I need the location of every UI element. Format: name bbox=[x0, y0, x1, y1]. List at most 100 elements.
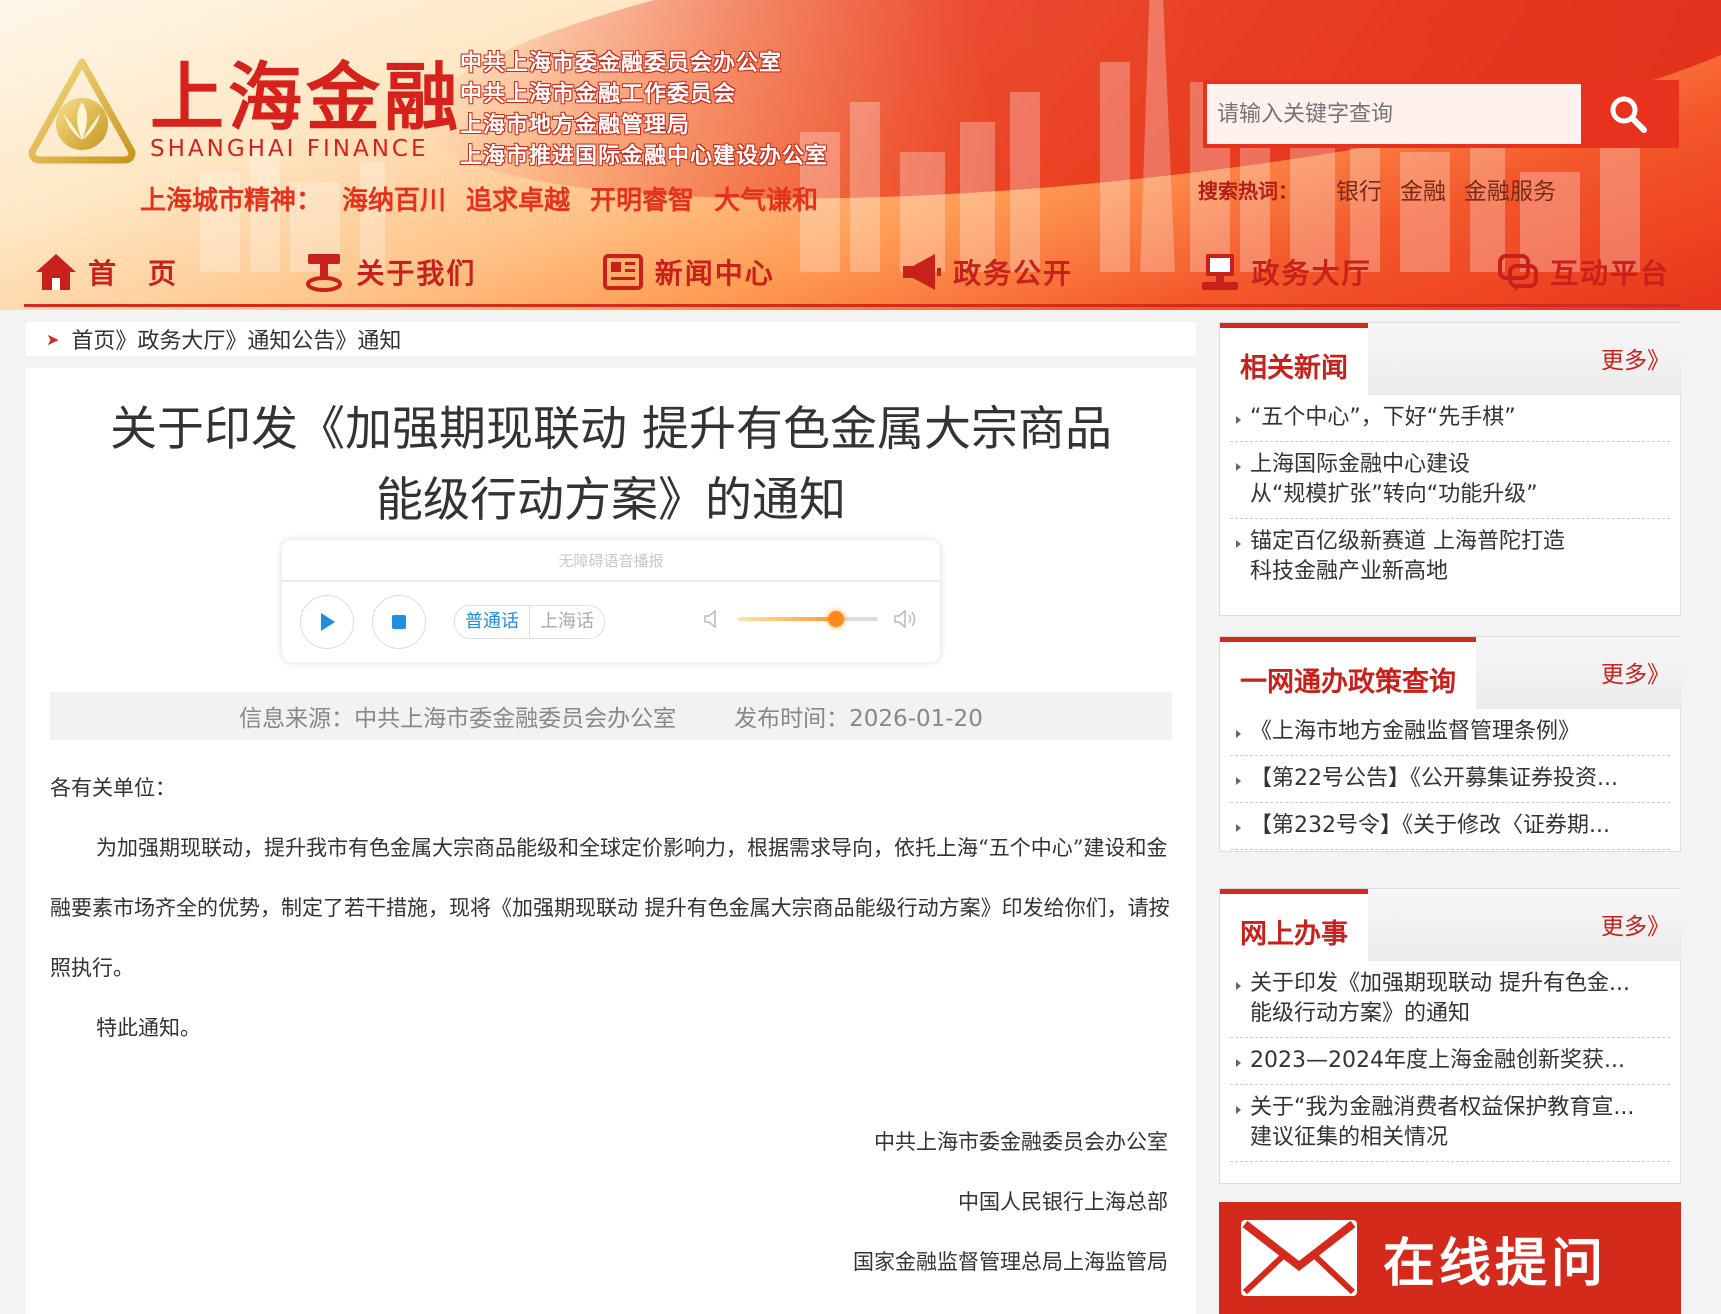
title-line: 关于印发《加强期现联动 提升有色金属大宗商品 bbox=[110, 402, 1112, 457]
online-ask-banner[interactable]: 在线提问 bbox=[1219, 1202, 1681, 1314]
stop-icon bbox=[392, 615, 406, 629]
related-news-box: 相关新闻 更多》 “五个中心”，下好“先手棋” 上海国际金融中心建设 从“规模扩张… bbox=[1219, 322, 1682, 616]
article-meta: 信息来源：中共上海市委金融委员会办公室 发布时间：2026-01-20 bbox=[50, 692, 1172, 740]
lang-mandarin-option[interactable]: 普通话 bbox=[455, 606, 529, 638]
stop-button[interactable] bbox=[372, 595, 426, 649]
search-bar bbox=[1203, 80, 1679, 148]
nav-label: 新闻中心 bbox=[654, 257, 775, 290]
item-line: “五个中心”，下好“先手棋” bbox=[1250, 405, 1516, 430]
search-button[interactable] bbox=[1581, 84, 1675, 144]
ask-label: 在线提问 bbox=[1383, 1232, 1608, 1294]
main-nav: 首 页 关于我们 新闻中心 政务公开 政务大厅 互动平台 bbox=[24, 238, 1680, 306]
breadcrumb: ➤ 首页》政务大厅》通知公告》通知 bbox=[26, 322, 1196, 356]
chat-icon bbox=[1497, 254, 1538, 292]
more-link[interactable]: 更多》 bbox=[1601, 907, 1670, 941]
play-button[interactable] bbox=[300, 595, 354, 649]
item-line: 关于印发《加强期现联动 提升有色金... bbox=[1250, 971, 1630, 996]
volume-slider-knob[interactable] bbox=[828, 611, 844, 627]
logo-chinese-name: 上海金融 bbox=[150, 55, 462, 141]
signer: 国家金融监督管理总局上海监管局 bbox=[853, 1250, 1168, 1274]
list-item[interactable]: “五个中心”，下好“先手棋” bbox=[1230, 395, 1670, 442]
policy-query-box: 一网通办政策查询 更多》 《上海市地方金融监督管理条例》 【第22号公告】《公开… bbox=[1219, 636, 1682, 852]
lang-shanghainese-option[interactable]: 上海话 bbox=[529, 606, 604, 638]
hot-word-link[interactable]: 银行 bbox=[1336, 172, 1382, 206]
online-service-box: 网上办事 更多》 关于印发《加强期现联动 提升有色金... 能级行动方案》的通知 … bbox=[1219, 888, 1682, 1184]
list-item[interactable]: 关于“我为金融消费者权益保护教育宣... 建议征集的相关情况 bbox=[1230, 1085, 1670, 1162]
more-link[interactable]: 更多》 bbox=[1601, 655, 1670, 689]
item-line: 上海国际金融中心建设 bbox=[1250, 452, 1471, 477]
site-logo[interactable]: 上海金融 SHANGHAI FINANCE bbox=[28, 58, 462, 164]
nav-label: 政务公开 bbox=[953, 257, 1074, 290]
city-spirit-slogan: 上海城市精神： 海纳百川 追求卓越 开明睿智 大气谦和 bbox=[140, 180, 818, 217]
nav-label: 首 页 bbox=[88, 257, 179, 290]
news-icon bbox=[602, 254, 643, 290]
item-line: 锚定百亿级新赛道 上海普陀打造 bbox=[1250, 529, 1565, 554]
article-title: 关于印发《加强期现联动 提升有色金属大宗商品 能级行动方案》的通知 bbox=[26, 394, 1196, 536]
player-controls: 普通话 上海话 bbox=[300, 595, 605, 649]
item-line: 科技金融产业新高地 bbox=[1250, 559, 1449, 584]
envelope-icon bbox=[1241, 1220, 1357, 1296]
nav-item-home[interactable]: 首 页 bbox=[24, 250, 188, 294]
nav-item-interaction[interactable]: 互动平台 bbox=[1486, 250, 1680, 294]
list-item[interactable]: 【第22号公告】《公开募集证券投资... bbox=[1230, 756, 1670, 803]
article-source: 信息来源：中共上海市委金融委员会办公室 bbox=[239, 706, 677, 732]
home-icon bbox=[36, 254, 76, 290]
item-line: 建议征集的相关情况 bbox=[1250, 1125, 1449, 1150]
item-line: 【第232号令】《关于修改〈证券期... bbox=[1250, 813, 1610, 838]
megaphone-icon bbox=[903, 254, 942, 290]
signers: 中共上海市委金融委员会办公室 中国人民银行上海总部 国家金融监督管理总局上海监管… bbox=[853, 1112, 1168, 1292]
site-header: 上海金融 SHANGHAI FINANCE 中共上海市委金融委员会办公室 中共上… bbox=[0, 0, 1721, 310]
slogan-part: 海纳百川 bbox=[342, 186, 447, 216]
language-switch: 普通话 上海话 bbox=[454, 605, 605, 639]
volume-slider-fill bbox=[738, 617, 836, 621]
volume-low-icon[interactable] bbox=[702, 608, 724, 630]
volume-slider[interactable] bbox=[738, 611, 878, 627]
list-item[interactable]: 《上海市地方金融监督管理条例》 bbox=[1230, 709, 1670, 756]
signer: 中国人民银行上海总部 bbox=[958, 1190, 1168, 1214]
more-link[interactable]: 更多》 bbox=[1601, 341, 1670, 375]
org-name: 上海市推进国际金融中心建设办公室 bbox=[460, 143, 829, 169]
list-item[interactable]: 2023—2024年度上海金融创新奖获... bbox=[1230, 1038, 1670, 1085]
organization-list: 中共上海市委金融委员会办公室 中共上海市金融工作委员会 上海市地方金融管理局 上… bbox=[460, 48, 828, 172]
list-item[interactable]: 锚定百亿级新赛道 上海普陀打造 科技金融产业新高地 bbox=[1230, 519, 1670, 595]
slogan-part: 大气谦和 bbox=[714, 186, 819, 216]
list-item[interactable]: 上海国际金融中心建设 从“规模扩张”转向“功能升级” bbox=[1230, 442, 1670, 519]
player-label: 无障碍语音播报 bbox=[282, 540, 940, 582]
article: 关于印发《加强期现联动 提升有色金属大宗商品 能级行动方案》的通知 无障碍语音播… bbox=[26, 368, 1196, 1314]
list-item[interactable]: 【第232号令】《关于修改〈证券期... bbox=[1230, 803, 1670, 850]
hot-word-link[interactable]: 金融服务 bbox=[1464, 172, 1556, 206]
nav-item-news[interactable]: 新闻中心 bbox=[591, 250, 785, 294]
nav-label: 关于我们 bbox=[356, 257, 477, 290]
volume-high-icon[interactable] bbox=[892, 608, 920, 630]
slogan-part: 追求卓越 bbox=[466, 186, 571, 216]
search-input[interactable] bbox=[1207, 84, 1581, 144]
item-line: 关于“我为金融消费者权益保护教育宣... bbox=[1250, 1095, 1635, 1120]
nav-item-about[interactable]: 关于我们 bbox=[292, 250, 486, 294]
slogan-part: 上海城市精神： bbox=[140, 186, 323, 216]
hot-word-link[interactable]: 金融 bbox=[1400, 172, 1446, 206]
hall-icon bbox=[1201, 254, 1238, 290]
box-title: 网上办事 bbox=[1220, 889, 1368, 961]
main-content: ➤ 首页》政务大厅》通知公告》通知 关于印发《加强期现联动 提升有色金属大宗商品… bbox=[26, 322, 1196, 1314]
nav-item-gov-hall[interactable]: 政务大厅 bbox=[1188, 250, 1382, 294]
hot-words-label: 搜索热词： bbox=[1198, 178, 1298, 203]
hot-search-words: 搜索热词： 银行 金融 金融服务 bbox=[1198, 172, 1574, 206]
nav-label: 政务大厅 bbox=[1251, 257, 1372, 290]
nav-label: 互动平台 bbox=[1549, 257, 1670, 290]
title-line: 能级行动方案》的通知 bbox=[376, 473, 846, 528]
signer: 中共上海市委金融委员会办公室 bbox=[874, 1130, 1168, 1154]
nav-item-gov-affairs[interactable]: 政务公开 bbox=[889, 250, 1083, 294]
item-line: 能级行动方案》的通知 bbox=[1250, 1001, 1471, 1026]
org-name: 中共上海市委金融委员会办公室 bbox=[460, 50, 783, 76]
article-date: 发布时间：2026-01-20 bbox=[734, 706, 983, 732]
item-line: 2023—2024年度上海金融创新奖获... bbox=[1250, 1048, 1625, 1073]
item-line: 【第22号公告】《公开募集证券投资... bbox=[1250, 766, 1618, 791]
slogan-part: 开明睿智 bbox=[590, 186, 695, 216]
list-item[interactable]: 关于印发《加强期现联动 提升有色金... 能级行动方案》的通知 bbox=[1230, 961, 1670, 1038]
org-name: 上海市地方金融管理局 bbox=[460, 112, 691, 138]
logo-english-name: SHANGHAI FINANCE bbox=[150, 136, 429, 162]
breadcrumb-arrow-icon: ➤ bbox=[46, 329, 60, 349]
nav-divider bbox=[24, 304, 1680, 307]
volume-control bbox=[702, 608, 920, 630]
breadcrumb-path[interactable]: 首页》政务大厅》通知公告》通知 bbox=[71, 323, 401, 355]
